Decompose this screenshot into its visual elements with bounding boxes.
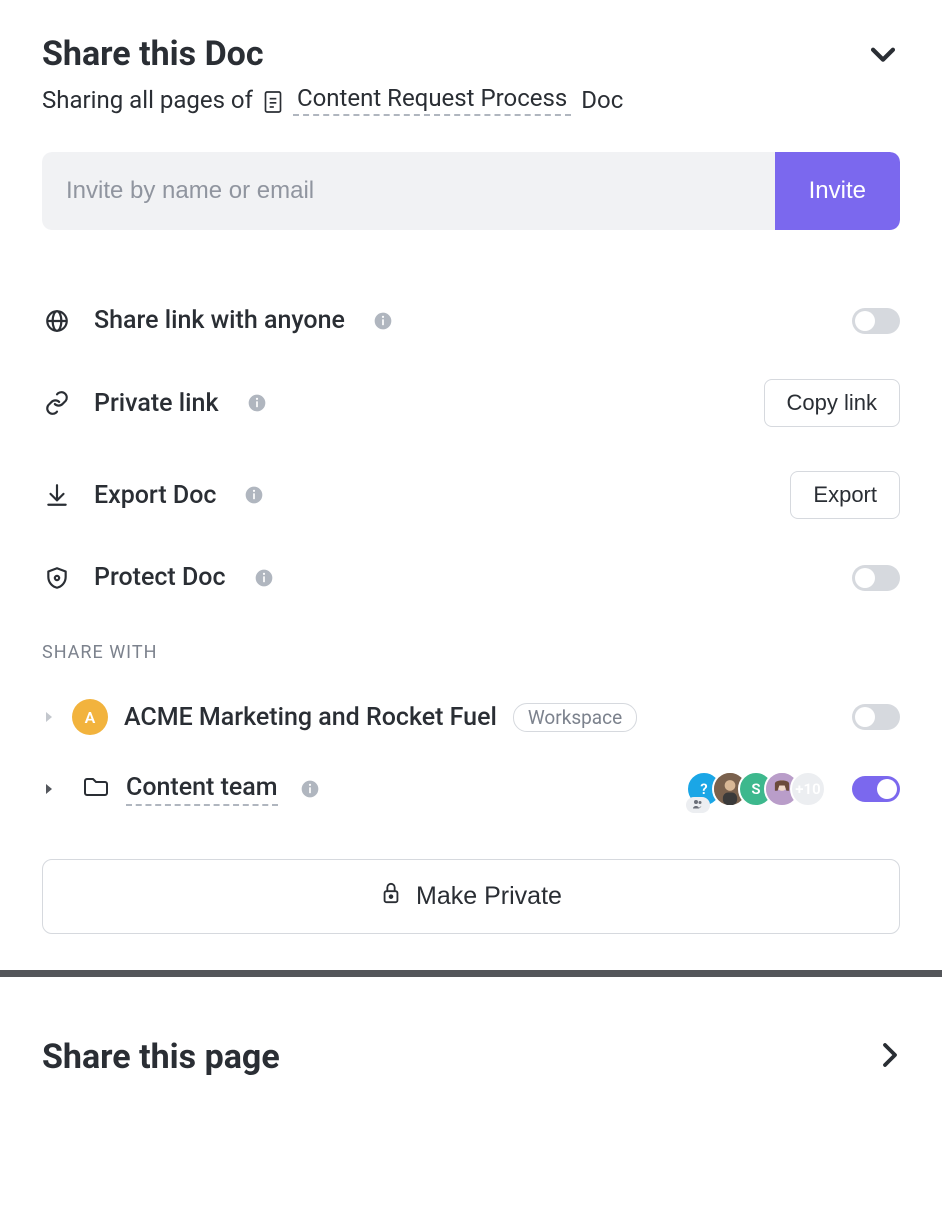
info-icon[interactable] (254, 568, 274, 588)
shield-icon (42, 565, 72, 591)
chevron-down-icon[interactable] (866, 37, 900, 71)
team-toggle[interactable] (852, 776, 900, 802)
private-link-label: Private link (94, 389, 219, 418)
link-icon (42, 390, 72, 416)
copy-link-button[interactable]: Copy link (764, 379, 900, 427)
dialog-title: Share this Doc (42, 34, 264, 74)
subheader-suffix: Doc (581, 86, 623, 114)
info-icon[interactable] (247, 393, 267, 413)
invite-button[interactable]: Invite (775, 152, 900, 230)
info-icon[interactable] (300, 779, 320, 799)
download-icon (42, 482, 72, 508)
document-icon (263, 86, 283, 114)
subheader: Sharing all pages of Content Request Pro… (42, 84, 900, 116)
caret-right-icon[interactable] (42, 782, 56, 796)
subheader-prefix: Sharing all pages of (42, 86, 253, 114)
protect-label: Protect Doc (94, 563, 226, 592)
protect-toggle[interactable] (852, 565, 900, 591)
workspace-toggle[interactable] (852, 704, 900, 730)
divider (0, 970, 942, 977)
workspace-badge: Workspace (513, 703, 637, 732)
lock-icon (380, 880, 402, 913)
workspace-avatar: A (72, 699, 108, 735)
avatar-count: +10 (790, 771, 826, 807)
globe-icon (42, 308, 72, 334)
make-private-button[interactable]: Make Private (42, 859, 900, 934)
make-private-label: Make Private (416, 882, 562, 911)
doc-name[interactable]: Content Request Process (293, 84, 571, 116)
info-icon[interactable] (244, 485, 264, 505)
share-row-workspace: A ACME Marketing and Rocket Fuel Workspa… (42, 681, 900, 753)
member-avatars[interactable]: ? S +10 (686, 771, 826, 807)
share-with-section-label: SHARE WITH (42, 642, 900, 663)
share-link-label: Share link with anyone (94, 306, 345, 335)
people-icon (686, 797, 710, 813)
export-button[interactable]: Export (790, 471, 900, 519)
caret-right-icon[interactable] (42, 710, 56, 724)
export-label: Export Doc (94, 481, 216, 510)
share-row-team: Content team ? S +10 (42, 753, 900, 825)
invite-input[interactable] (42, 152, 775, 230)
share-link-toggle[interactable] (852, 308, 900, 334)
folder-icon (82, 775, 110, 803)
team-name[interactable]: Content team (126, 773, 278, 806)
share-page-title: Share this page (42, 1037, 280, 1077)
info-icon[interactable] (373, 311, 393, 331)
workspace-name[interactable]: ACME Marketing and Rocket Fuel (124, 703, 497, 732)
chevron-right-icon[interactable] (880, 1040, 900, 1074)
